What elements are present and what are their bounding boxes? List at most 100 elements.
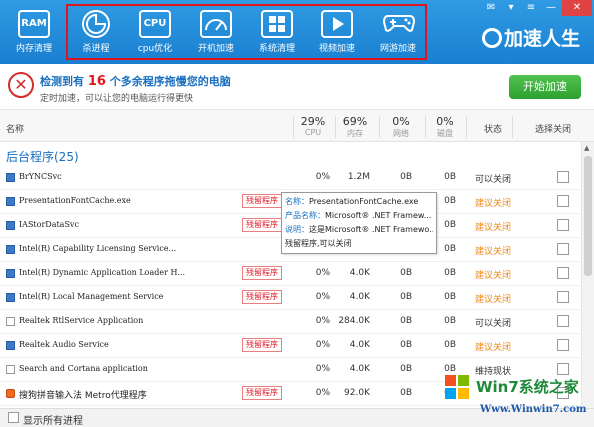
column-disk-label: 磁盘 <box>437 129 453 138</box>
cpu-value: 0% <box>315 340 330 350</box>
toolbar-ram-button[interactable]: RAM 内存清理 <box>6 4 62 60</box>
alert-title: 检测到有 16 个多余程序拖慢您的电脑 <box>40 73 231 89</box>
sogou-icon <box>6 389 15 398</box>
column-divider <box>335 116 336 138</box>
process-name: 搜狗拼音输入法 Metro代理程序 <box>19 391 147 401</box>
mem-value: 1.2M <box>347 172 370 182</box>
status-text: 建议关闭 <box>475 223 512 233</box>
close-checkbox[interactable] <box>557 339 569 351</box>
residual-tag: 残留程序 <box>242 338 282 352</box>
net-value: 0B <box>400 364 412 374</box>
residual-tag: 残留程序 <box>242 218 282 232</box>
alert-suffix: 个多余程序拖慢您的电脑 <box>109 75 231 88</box>
cpu-value: 0% <box>315 268 330 278</box>
disk-value: 0B <box>444 172 456 182</box>
close-checkbox[interactable] <box>557 219 569 231</box>
ram-icon: RAM <box>18 10 50 38</box>
mem-value: 4.0K <box>349 292 370 302</box>
process-name: IAStorDataSvc <box>19 220 79 229</box>
shirt-icon[interactable]: ▾ <box>502 0 520 16</box>
process-name: Intel(R) Capability Licensing Service... <box>19 244 177 253</box>
process-name: Realtek Audio Service <box>19 340 109 349</box>
close-checkbox[interactable] <box>557 315 569 327</box>
column-name[interactable]: 名称 <box>6 122 24 135</box>
table-row[interactable]: Realtek RtlService Application 0% 284.0K 0B… <box>0 310 580 334</box>
tooltip-description: 说明：这是Microsoft® .NET Framewo... <box>285 225 433 234</box>
service-icon <box>6 365 15 374</box>
show-all-checkbox[interactable] <box>8 412 19 423</box>
app-window-icon <box>6 341 15 350</box>
table-row[interactable]: BrYNCSvc 0% 1.2M 0B 0B 可以关闭 <box>0 166 580 190</box>
table-row[interactable]: Intel(R) Local Management Service 残留程序 0% 4… <box>0 286 580 310</box>
process-tooltip: 名称：PresentationFontCache.exe 产品名称：Micros… <box>281 192 437 254</box>
mem-value: 4.0K <box>349 340 370 350</box>
residual-tag: 残留程序 <box>242 386 282 400</box>
process-name: Search and Cortana application <box>19 364 148 373</box>
column-divider <box>293 116 294 138</box>
close-checkbox[interactable] <box>557 267 569 279</box>
mail-icon[interactable]: ✉ <box>482 0 500 16</box>
process-name: BrYNCSvc <box>19 172 62 181</box>
net-value: 0B <box>400 388 412 398</box>
process-name: Realtek RtlService Application <box>19 316 144 325</box>
net-value: 0B <box>400 172 412 182</box>
status-text: 可以关闭 <box>475 319 512 329</box>
minimize-icon[interactable]: — <box>542 0 560 16</box>
column-divider <box>379 116 380 138</box>
scroll-thumb[interactable] <box>584 156 592 276</box>
table-row[interactable]: Intel(R) Dynamic Application Loader H...… <box>0 262 580 286</box>
alert-bar: ✕ 检测到有 16 个多余程序拖慢您的电脑 定时加速，可以让您的电脑运行得更快 … <box>0 64 594 110</box>
app-window-icon <box>6 293 15 302</box>
brand-name: 加速人生 <box>503 28 580 50</box>
close-checkbox[interactable] <box>557 171 569 183</box>
alert-prefix: 检测到有 <box>40 75 84 88</box>
app-window-icon <box>6 173 15 182</box>
tooltip-product: 产品名称：Microsoft® .NET Framew... <box>285 211 432 220</box>
process-name: Intel(R) Dynamic Application Loader H... <box>19 268 186 277</box>
mem-value: 4.0K <box>349 364 370 374</box>
disk-value: 0B <box>444 316 456 326</box>
net-value: 0B <box>400 268 412 278</box>
table-row[interactable]: Realtek Audio Service 残留程序 0% 4.0K 0B 0B 建议关闭 <box>0 334 580 358</box>
highlight-box <box>66 4 427 60</box>
status-text: 建议关闭 <box>475 199 512 209</box>
status-text: 建议关闭 <box>475 271 512 281</box>
alert-count: 16 <box>87 74 106 89</box>
column-close: 选择关闭 <box>535 125 572 135</box>
column-divider <box>512 116 513 138</box>
brand-logo: 加速人生 <box>481 24 580 51</box>
close-icon[interactable]: ✕ <box>562 0 592 16</box>
column-cpu-percent[interactable]: 29% <box>295 115 331 128</box>
show-all-label[interactable]: 显示所有进程 <box>23 412 83 427</box>
close-checkbox[interactable] <box>557 243 569 255</box>
cpu-value: 0% <box>315 364 330 374</box>
column-status: 状态 <box>484 125 503 135</box>
net-value: 0B <box>400 292 412 302</box>
app-window-icon <box>6 269 15 278</box>
app-window-icon <box>6 197 15 206</box>
tooltip-name: 名称：PresentationFontCache.exe <box>285 197 419 206</box>
close-checkbox[interactable] <box>557 291 569 303</box>
close-checkbox[interactable] <box>557 195 569 207</box>
column-divider <box>466 116 467 138</box>
watermark-url: Www.Winwin7.com <box>480 404 587 415</box>
column-cpu-label: CPU <box>304 128 322 137</box>
start-speedup-button[interactable]: 开始加速 <box>509 75 581 99</box>
mem-value: 284.0K <box>338 316 370 326</box>
group-title[interactable]: 后台程序(25) <box>6 148 79 165</box>
column-mem-label: 内存 <box>347 129 363 138</box>
disk-value: 0B <box>444 340 456 350</box>
toolbar-label: 内存清理 <box>15 44 52 54</box>
watermark: Win7系统之家 Www.Winwin7.com <box>440 370 590 426</box>
column-net-percent[interactable]: 0% <box>383 115 419 128</box>
disk-value: 0B <box>444 268 456 278</box>
tooltip-note: 残留程序,可以关闭 <box>285 239 352 248</box>
scrollbar[interactable]: ▲ <box>581 142 594 408</box>
column-headers: 名称 29% CPU 69% 内存 0% 网络 0% 磁盘 状态 选择关闭 <box>0 110 594 142</box>
scroll-up-arrow[interactable]: ▲ <box>584 144 589 152</box>
menu-icon[interactable]: ≡ <box>522 0 540 16</box>
column-disk-percent[interactable]: 0% <box>427 115 463 128</box>
gear-icon <box>481 28 502 48</box>
column-mem-percent[interactable]: 69% <box>337 115 373 128</box>
watermark-brand: Win7系统之家 <box>476 378 579 396</box>
